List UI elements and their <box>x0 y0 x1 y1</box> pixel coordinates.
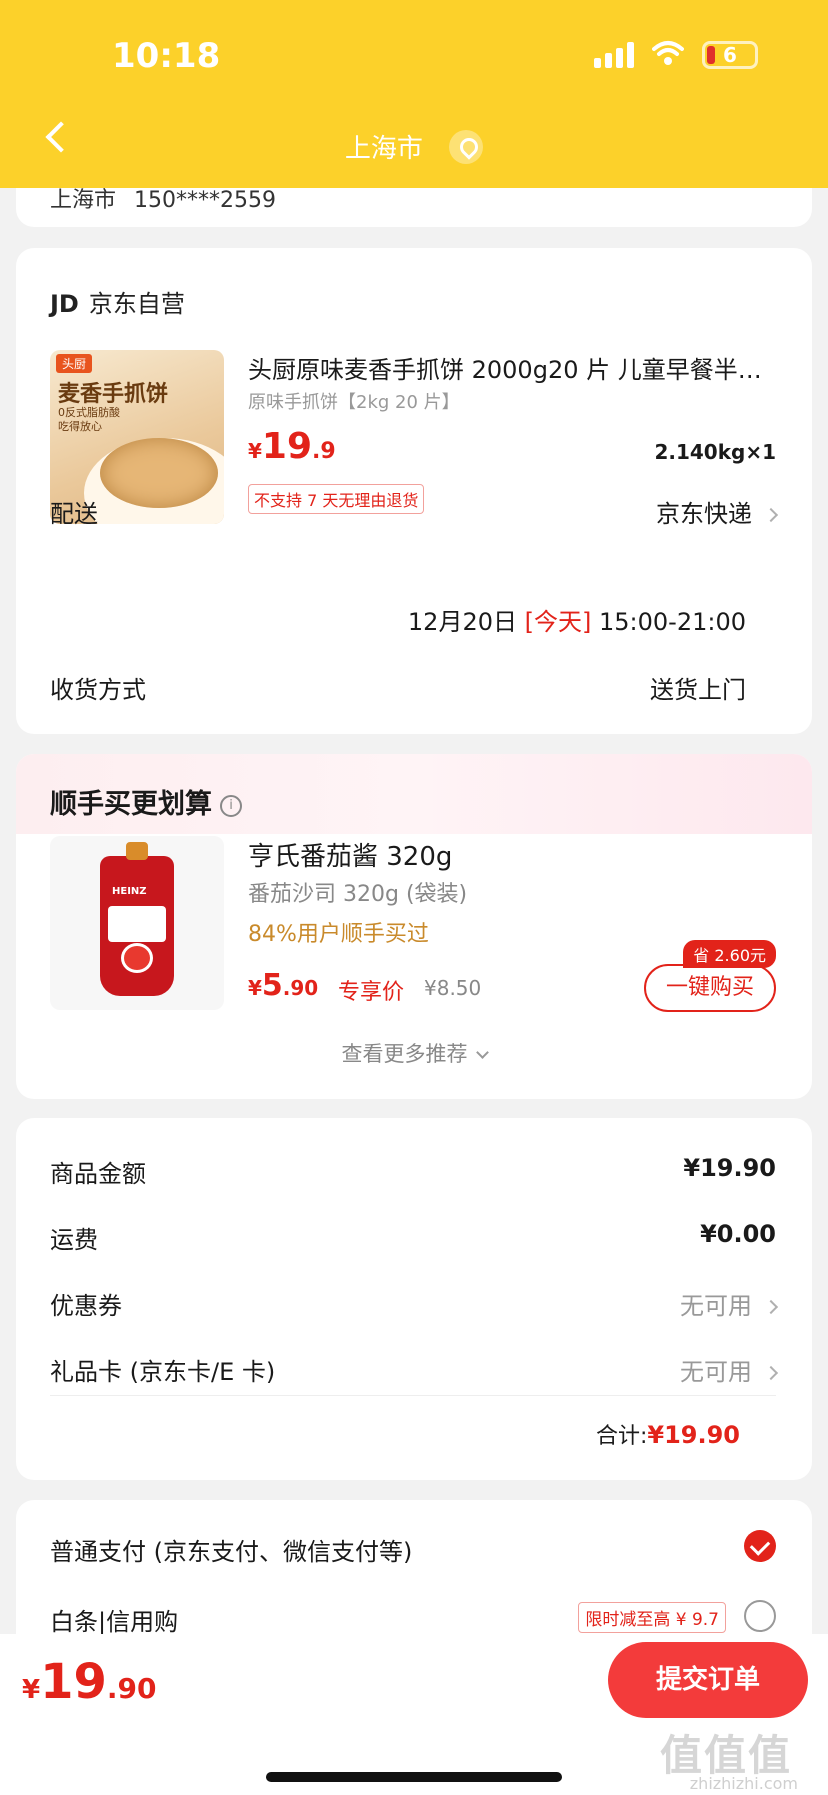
chevron-down-icon <box>475 1046 489 1059</box>
delivery-method[interactable]: 京东快递 <box>656 494 779 529</box>
exclusive-price-label: 专享价 <box>338 980 405 1005</box>
receive-value[interactable]: 送货上门 <box>650 670 746 705</box>
total: 合计:¥19.90 <box>596 1418 740 1450</box>
rec-price-yen: ¥ <box>248 976 262 1000</box>
gift-card-label: 礼品卡 (京东卡/E 卡) <box>50 1358 276 1386</box>
coupon-label: 优惠券 <box>50 1292 122 1320</box>
location-icon[interactable] <box>449 129 484 164</box>
delivery-method-text: 京东快递 <box>656 500 752 528</box>
status-icons: 6 <box>594 40 758 70</box>
address-city: 上海市 <box>50 188 117 213</box>
radio-icon[interactable] <box>744 1600 776 1632</box>
home-indicator[interactable] <box>266 1772 562 1782</box>
address-phone: 150****2559 <box>134 188 276 213</box>
battery-level: 6 <box>723 43 737 67</box>
return-policy-badge: 不支持 7 天无理由退货 <box>248 484 425 514</box>
heinz-logo: HEINZ <box>112 886 147 897</box>
watermark-url: zhizhizhi.com <box>689 1774 798 1793</box>
top-bar: 10:18 6 上海市 <box>0 0 828 188</box>
product-weight-qty: 2.140kg×1 <box>654 440 776 464</box>
header-city: 上海市 <box>344 134 423 164</box>
store-label: 京东自营 <box>88 290 185 318</box>
goods-amount-label: 商品金额 <box>50 1160 146 1188</box>
recommend-card: 顺手买更划算 i HEINZ 亨氏番茄酱 320g 番茄沙司 320g (袋装) … <box>16 754 812 1099</box>
shipping-fee-value: ¥0.00 <box>700 1220 776 1248</box>
bottom-price-yen: ¥ <box>22 1675 41 1705</box>
delivery-label: 配送 <box>50 500 98 528</box>
divider <box>50 1395 776 1396</box>
checked-icon[interactable] <box>744 1530 776 1562</box>
store-name: JD 京东自营 <box>50 284 185 319</box>
recommend-product-image[interactable]: HEINZ <box>50 836 224 1010</box>
delivery-window: 15:00-21:00 <box>599 608 746 636</box>
recommend-price: ¥5.90 <box>248 968 318 1003</box>
more-recommend-text: 查看更多推荐 <box>341 1042 468 1066</box>
shipping-fee-label: 运费 <box>50 1226 98 1254</box>
recommend-title: 顺手买更划算 i <box>50 782 242 821</box>
info-icon[interactable]: i <box>220 794 242 817</box>
wifi-icon <box>652 40 684 70</box>
rec-price-dec: .90 <box>282 976 319 1000</box>
battery-icon: 6 <box>702 41 758 69</box>
coupon-value: 无可用 <box>680 1286 779 1321</box>
one-click-buy-button[interactable]: 一键购买 <box>644 964 776 1012</box>
delivery-time[interactable]: 12月20日 [今天] 15:00-21:00 <box>408 602 746 637</box>
recommend-product-spec: 番茄沙司 320g (袋装) <box>248 882 468 907</box>
status-time: 10:18 <box>112 36 221 76</box>
receive-label: 收货方式 <box>50 676 146 704</box>
summary-card: 商品金额 ¥19.90 运费 ¥0.00 优惠券 无可用 礼品卡 (京东卡/E … <box>16 1118 812 1480</box>
more-recommend-link[interactable]: 查看更多推荐 <box>16 1038 812 1068</box>
order-card: JD 京东自营 头厨 麦香手抓饼 0反式脂肪酸 吃得放心 头厨原味麦香手抓饼 20… <box>16 248 812 734</box>
recommend-title-text: 顺手买更划算 <box>50 789 212 820</box>
goods-amount-value: ¥19.90 <box>683 1154 776 1182</box>
delivery-date: 12月20日 <box>407 608 517 636</box>
recommend-bought-rate: 84%用户顺手买过 <box>248 922 429 947</box>
gift-card-value: 无可用 <box>680 1352 779 1387</box>
total-label: 合计: <box>595 1424 648 1449</box>
recommend-product-name[interactable]: 亨氏番茄酱 320g <box>248 836 452 873</box>
rec-price-int: 5 <box>261 968 283 1003</box>
price-int: 19 <box>261 426 313 467</box>
chevron-right-icon <box>763 1299 779 1315</box>
bottom-price-int: 19 <box>40 1654 107 1710</box>
header-title[interactable]: 上海市 <box>0 128 828 165</box>
signal-icon <box>594 42 634 68</box>
total-value: ¥19.90 <box>647 1421 740 1449</box>
chevron-right-icon <box>763 1365 779 1381</box>
price-dec: .9 <box>312 439 336 464</box>
bottom-bar: ¥19.90 提交订单 值值值 zhizhizhi.com <box>0 1634 828 1795</box>
product-price: ¥19.9 <box>248 426 336 467</box>
save-badge: 省 2.60元 <box>683 940 776 968</box>
original-price: ¥8.50 <box>424 976 482 1000</box>
submit-order-button[interactable]: 提交订单 <box>608 1642 808 1718</box>
product-image-tag: 头厨 <box>56 354 93 373</box>
jd-logo: JD <box>50 290 79 318</box>
payment-option-label: 白条|信用购 <box>50 1608 179 1636</box>
product-image-subtitle: 0反式脂肪酸 吃得放心 <box>58 406 120 433</box>
product-image-title: 麦香手抓饼 <box>58 382 169 407</box>
chevron-right-icon <box>763 507 779 523</box>
bottom-price: ¥19.90 <box>22 1654 157 1710</box>
delivery-today: [今天] <box>524 608 592 636</box>
promo-badge: 限时减至高 ¥ 9.7 <box>578 1602 726 1633</box>
product-name[interactable]: 头厨原味麦香手抓饼 2000g20 片 儿童早餐半… <box>248 350 778 385</box>
payment-option-label: 普通支付 (京东支付、微信支付等) <box>50 1538 413 1566</box>
bottom-price-dec: .90 <box>106 1672 157 1705</box>
price-yen: ¥ <box>248 439 262 463</box>
product-spec: 原味手抓饼【2kg 20 片】 <box>248 392 460 413</box>
